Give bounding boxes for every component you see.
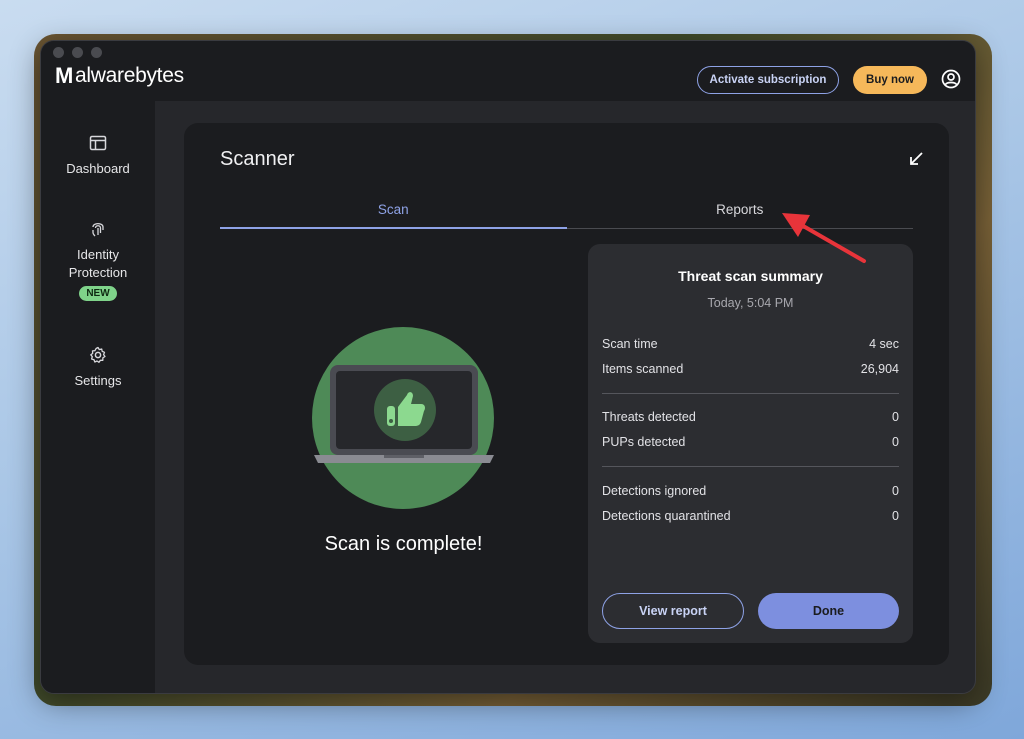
summary-row-value: 4 sec — [869, 337, 899, 351]
page-title: Scanner — [220, 148, 295, 170]
close-window-button[interactable] — [53, 47, 64, 58]
summary-row: PUPs detected 0 — [602, 435, 899, 449]
view-report-button[interactable]: View report — [602, 593, 744, 629]
logo-word: alwarebytes — [75, 64, 184, 87]
sidebar: Dashboard Identity Protection NEW Settin… — [41, 101, 155, 693]
summary-row: Items scanned 26,904 — [602, 362, 899, 376]
summary-row-value: 26,904 — [860, 362, 899, 376]
summary-row-label: Detections ignored — [602, 484, 707, 498]
summary-row-label: Threats detected — [602, 410, 696, 424]
summary-title: Threat scan summary — [678, 268, 823, 284]
top-bar: Malwarebytes Activate subscription Buy n… — [41, 41, 975, 101]
sidebar-item-label: Settings — [74, 373, 122, 388]
scan-complete-message: Scan is complete! — [324, 533, 483, 555]
fingerprint-icon — [92, 222, 104, 237]
app-logo: Malwarebytes — [55, 63, 184, 89]
sidebar-item-label-line2: Protection — [68, 265, 128, 280]
app-window: Malwarebytes Activate subscription Buy n… — [40, 40, 976, 694]
new-badge: NEW — [79, 286, 117, 301]
red-annotation-arrow-icon — [782, 213, 866, 263]
dashboard-icon — [89, 135, 107, 151]
summary-row-label: PUPs detected — [602, 435, 686, 449]
laptop-thumbs-up-icon — [314, 365, 494, 463]
logo-mark: M — [55, 63, 74, 88]
minimize-window-button[interactable] — [72, 47, 83, 58]
sidebar-item-settings[interactable]: Settings — [41, 345, 155, 388]
summary-row-label: Scan time — [602, 337, 658, 351]
summary-row: Detections quarantined 0 — [602, 509, 899, 523]
buy-now-button[interactable]: Buy now — [853, 66, 927, 94]
zoom-window-button[interactable] — [91, 47, 102, 58]
window-controls — [53, 47, 102, 58]
account-circle-icon[interactable] — [941, 69, 961, 89]
sidebar-item-identity-protection[interactable]: Identity Protection NEW — [41, 219, 155, 301]
summary-timestamp: Today, 5:04 PM — [707, 296, 794, 310]
done-button[interactable]: Done — [758, 593, 899, 629]
summary-row: Detections ignored 0 — [602, 484, 899, 498]
tab-scan[interactable]: Scan — [220, 193, 567, 229]
summary-row-label: Detections quarantined — [602, 509, 731, 523]
summary-divider — [602, 466, 899, 467]
summary-row-value: 0 — [892, 484, 899, 498]
activate-subscription-button[interactable]: Activate subscription — [697, 66, 839, 94]
threat-scan-summary-panel: Threat scan summary Today, 5:04 PM Scan … — [588, 244, 913, 643]
summary-row-value: 0 — [892, 509, 899, 523]
summary-row: Scan time 4 sec — [602, 337, 899, 351]
gear-icon — [90, 346, 106, 363]
sidebar-item-dashboard[interactable]: Dashboard — [41, 133, 155, 176]
sidebar-item-label-line1: Identity — [77, 247, 119, 262]
sidebar-item-label: Dashboard — [66, 161, 130, 176]
collapse-arrow-icon[interactable] — [908, 151, 924, 167]
summary-row: Threats detected 0 — [602, 410, 899, 424]
summary-divider — [602, 393, 899, 394]
summary-row-value: 0 — [892, 435, 899, 449]
summary-row-label: Items scanned — [602, 362, 684, 376]
summary-row-value: 0 — [892, 410, 899, 424]
